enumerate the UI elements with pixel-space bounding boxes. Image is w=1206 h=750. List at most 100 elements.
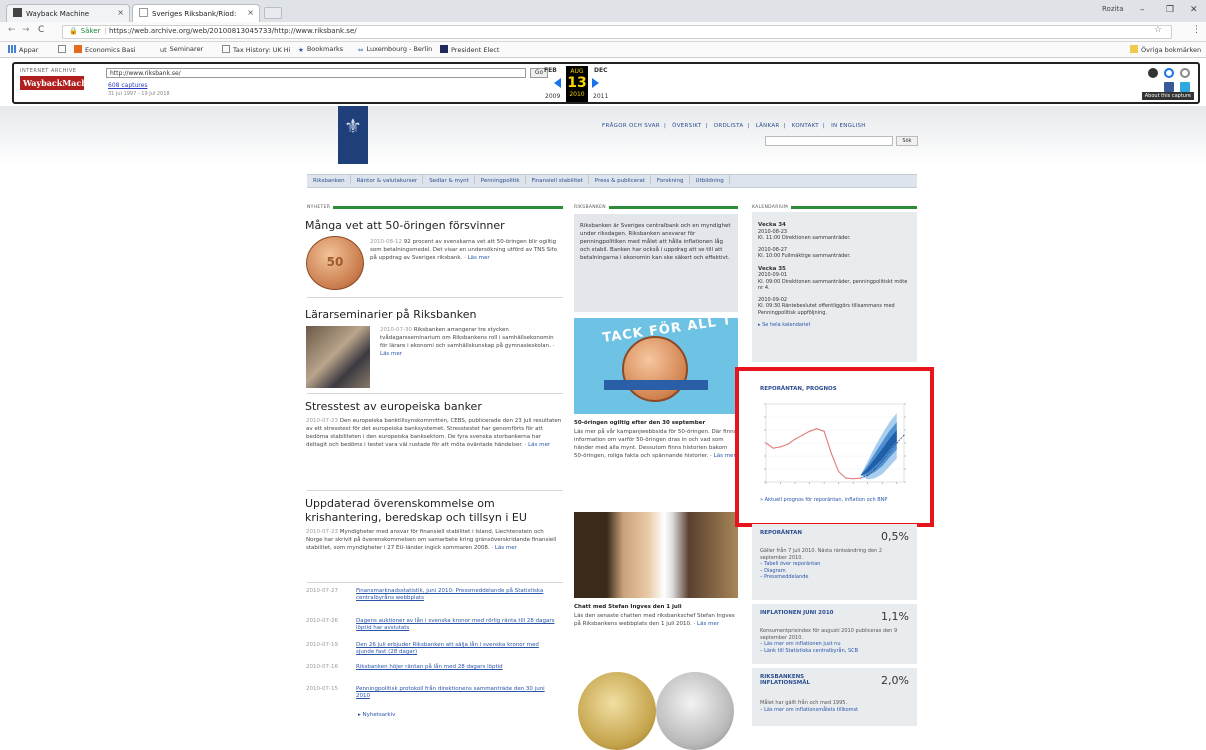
url-text: https://web.archive.org/web/201008130457… (109, 27, 357, 35)
profile-name[interactable]: Rozita (1102, 5, 1124, 13)
article-title[interactable]: Uppdaterad överenskommelse om (305, 497, 495, 510)
topnav-contact[interactable]: KONTAKT (792, 123, 819, 129)
search-input[interactable] (765, 136, 893, 146)
topnav-links[interactable]: LÄNKAR (756, 123, 780, 129)
prev-capture-arrow-icon[interactable] (554, 78, 561, 88)
maximize-icon[interactable]: ❐ (1166, 5, 1174, 15)
wayback-url-input[interactable]: http://www.riksbank.se/ (106, 68, 526, 78)
rate-title[interactable]: REPORÄNTAN (760, 530, 802, 536)
chat-title[interactable]: Chatt med Stefan Ingves den 1 juli (574, 604, 682, 610)
close-icon[interactable]: × (117, 8, 124, 17)
banner-ribbon (604, 380, 708, 390)
rate-title[interactable]: RIKSBANKENS INFLATIONSMÅL (760, 674, 850, 686)
prev-year[interactable]: 2009 (545, 93, 560, 100)
wayback-toolbar: INTERNET ARCHIVE WaybackMachine http://w… (12, 62, 1200, 104)
tack-for-allt-banner[interactable]: TACK FÖR ALL T (574, 318, 738, 414)
read-more-link[interactable]: Läs mer (714, 453, 736, 459)
read-more-link[interactable]: Läs mer (495, 545, 517, 551)
rate-link[interactable]: – Pressmeddelande (760, 574, 910, 581)
crown-emblem-icon: ⚜ (344, 114, 362, 138)
article-title[interactable]: Stresstest av europeiska banker (305, 400, 482, 413)
facebook-icon[interactable] (1164, 82, 1174, 92)
rate-link[interactable]: – Länk till Statistiska centralbyrån, SC… (760, 648, 910, 655)
logo-subtitle: INTERNET ARCHIVE (20, 68, 77, 74)
twitter-icon[interactable] (1180, 82, 1190, 92)
nav-rates[interactable]: Räntor & valutakurser (351, 175, 424, 184)
nav-press[interactable]: Press & publicerat (589, 175, 651, 184)
list-item[interactable]: 2010-07-19 Den 26 juli erbjuder Riksbanke… (306, 642, 556, 656)
read-more-link[interactable]: Läs mer (380, 351, 402, 357)
rate-title[interactable]: INFLATIONEN JUNI 2010 (760, 610, 833, 616)
wayback-logo[interactable]: INTERNET ARCHIVE WaybackMachine (20, 68, 101, 96)
news-archive-link[interactable]: ▸ Nyhetsarkiv (358, 712, 395, 718)
bookmark-other[interactable]: Övriga bokmärken (1130, 45, 1201, 54)
list-item[interactable]: 2010-07-16 Riksbanken höjer räntan på lån… (306, 664, 556, 671)
list-item[interactable]: 2010-07-27 Finansmarknadsstatistik, juni … (306, 588, 556, 602)
rate-link[interactable]: – Läs mer om inflationsmålets tillkomst (760, 707, 910, 714)
read-more-link[interactable]: Läs mer (468, 255, 490, 261)
bookmark-seminarer[interactable]: ut Seminarer (160, 45, 203, 54)
help-icon[interactable] (1164, 68, 1174, 78)
nav-riksbanken[interactable]: Riksbanken (307, 175, 351, 184)
bookmark-star-icon[interactable]: ☆ (1154, 25, 1162, 35)
next-capture-arrow-icon[interactable] (592, 78, 599, 88)
riksbank-logo[interactable]: ⚜ (338, 106, 368, 164)
minimize-icon[interactable]: – (1140, 5, 1145, 15)
riksbanken-section-label: RIKSBANKEN (574, 205, 609, 210)
bookmark-apps[interactable]: Appar (8, 45, 38, 54)
bookmark-tax-history[interactable]: Tax History: UK Hi (222, 45, 290, 54)
topnav-faq[interactable]: FRÅGOR OCH SVAR (602, 123, 660, 129)
article-title[interactable]: Lärarseminarier på Riksbanken (305, 308, 476, 321)
nav-research[interactable]: Forskning (651, 175, 690, 184)
reload-icon[interactable]: C (38, 25, 44, 35)
nav-financial-stability[interactable]: Finansiell stabilitet (526, 175, 589, 184)
read-more-link[interactable]: Läs mer (528, 442, 550, 448)
highlight-box (735, 367, 934, 527)
list-item[interactable]: 2010-07-15 Penningpolitisk protokoll från… (306, 686, 556, 700)
list-item[interactable]: 2010-07-26 Dagens auktioner av lån i sven… (306, 618, 556, 632)
apps-grid-icon (8, 45, 16, 53)
tab-wayback[interactable]: Wayback Machine × (6, 4, 130, 22)
topnav-english[interactable]: IN ENGLISH (831, 123, 866, 129)
bookmark-president-elect[interactable]: President Elect (440, 45, 499, 54)
forward-arrow-icon[interactable]: → (22, 25, 30, 35)
divider (307, 582, 563, 583)
captures-link[interactable]: 608 captures (108, 82, 147, 89)
close-toolbar-icon[interactable] (1180, 68, 1190, 78)
address-bar-row: ← → C 🔒 Säker | https://web.archive.org/we… (0, 22, 1206, 42)
bookmark-luxembourg[interactable]: ⇔ Luxembourg - Berlin (358, 45, 432, 54)
promo-title[interactable]: 50-öringen ogiltig efter den 30 septembe… (574, 420, 738, 426)
close-window-icon[interactable]: ✕ (1190, 5, 1198, 15)
article-title[interactable]: Många vet att 50-öringen försvinner (305, 219, 505, 232)
topnav-glossary[interactable]: ORDLISTA (714, 123, 744, 129)
tab-title: Sveriges Riksbank/Riod: (152, 10, 237, 18)
back-arrow-icon[interactable]: ← (8, 25, 16, 35)
read-more-link[interactable]: Läs mer (697, 621, 719, 627)
browser-tab-bar: Wayback Machine × Sveriges Riksbank/Riod… (0, 0, 1206, 22)
next-year[interactable]: 2011 (593, 93, 608, 100)
topnav-overview[interactable]: ÖVERSIKT (672, 123, 701, 129)
calendar-link[interactable]: ▸ Se hela kalendariet (758, 322, 911, 329)
rate-value: 2,0% (881, 674, 909, 687)
tab-riksbank[interactable]: Sveriges Riksbank/Riod: × (132, 4, 260, 22)
close-icon[interactable]: × (247, 8, 254, 17)
bookmark-bookmarks[interactable]: ★ Bookmarks (298, 45, 343, 54)
bookmark-doc[interactable] (58, 45, 69, 54)
tab-title: Wayback Machine (26, 10, 90, 18)
article-title-line2[interactable]: krishantering, beredskap och tillsyn i E… (305, 511, 527, 524)
url-input[interactable]: 🔒 Säker | https://web.archive.org/web/2010… (62, 25, 1172, 39)
nav-education[interactable]: Utbildning (690, 175, 730, 184)
bookmark-economics[interactable]: Economics Basi (74, 45, 136, 54)
nav-monetary-policy[interactable]: Penningpolitik (475, 175, 526, 184)
star-icon: ★ (298, 46, 304, 54)
search-button[interactable]: Sök (896, 136, 918, 146)
bookmarks-bar: Appar Economics Basi ut Seminarer Tax His… (0, 42, 1206, 58)
new-tab-button[interactable] (264, 7, 282, 19)
prev-month[interactable]: FEB (544, 67, 557, 74)
next-month[interactable]: DEC (594, 67, 607, 74)
menu-icon[interactable]: ⋮ (1192, 25, 1201, 35)
nav-notes-coins[interactable]: Sedlar & mynt (423, 175, 475, 184)
user-icon[interactable] (1148, 68, 1158, 78)
site-icon (440, 45, 448, 53)
about-capture-link[interactable]: About this capture (1141, 92, 1194, 100)
